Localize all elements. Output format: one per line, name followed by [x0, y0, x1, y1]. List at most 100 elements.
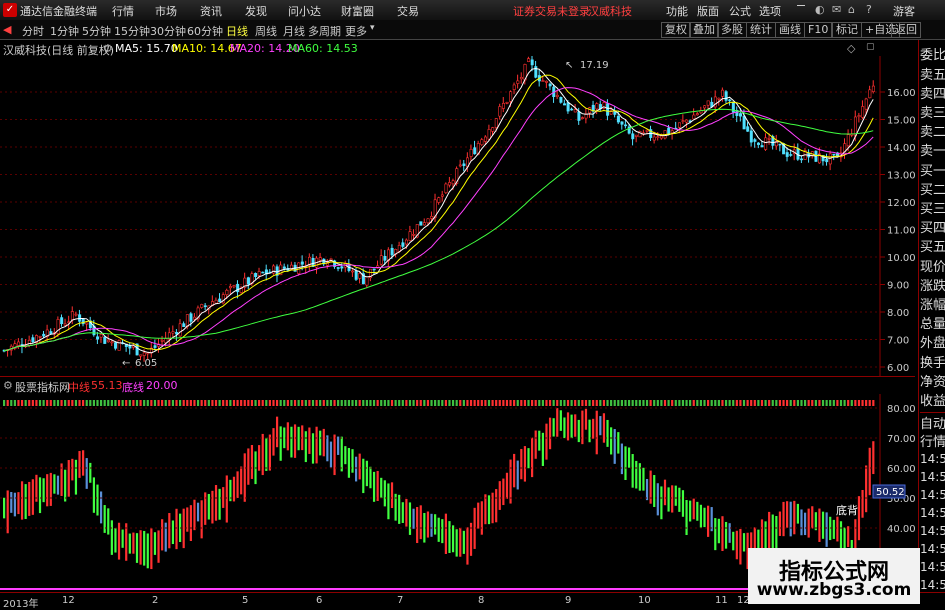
maximize-chart-icon[interactable]: ▢ [866, 42, 875, 52]
signal-strip-cell [211, 400, 214, 406]
toolbar-back-icon[interactable]: ◀ [3, 23, 11, 36]
menu-item-news[interactable]: 资讯 [200, 3, 222, 19]
indicator-bar [742, 533, 746, 552]
signal-strip-cell [807, 400, 810, 406]
indicator-bar [347, 447, 351, 478]
period-tab-30min[interactable]: 30分钟 [150, 23, 186, 39]
diamond-icon[interactable]: ◇ [847, 42, 855, 55]
signal-strip-cell [186, 400, 189, 406]
candle-body [631, 133, 635, 140]
period-tab-weekly[interactable]: 周线 [255, 23, 277, 39]
home-icon[interactable]: ⌂ [848, 3, 855, 16]
period-tab-intraday[interactable]: 分时 [22, 23, 44, 39]
candle-body [871, 85, 875, 92]
indicator-bar [64, 469, 67, 502]
price-axis-label: 13.00 [887, 171, 915, 182]
skin-icon[interactable]: ◐ [815, 3, 825, 16]
mid-line-value: 55.13 [91, 379, 123, 392]
back-button[interactable]: 返回 [891, 22, 921, 38]
more-dropdown-icon[interactable]: ▾ [370, 23, 375, 33]
indicator-bar [56, 475, 60, 495]
candle-body [200, 304, 204, 308]
menu-item-formula[interactable]: 公式 [729, 3, 751, 19]
signal-strip-cell [125, 400, 128, 406]
high-arrow-icon: ↖ [565, 60, 573, 71]
candle-body [74, 313, 78, 316]
signal-strip-cell [448, 400, 451, 406]
candle-body [695, 113, 699, 116]
period-tab-5min[interactable]: 5分钟 [82, 23, 111, 39]
menu-item-discover[interactable]: 发现 [245, 3, 267, 19]
signal-strip-cell [372, 400, 376, 406]
f10-button[interactable]: F10 [804, 22, 833, 38]
candle-body [444, 183, 448, 194]
menu-item-quotes[interactable]: 行情 [112, 3, 134, 19]
signal-strip-cell [857, 400, 861, 406]
indicator-bar [387, 483, 390, 520]
signal-strip-cell [746, 400, 749, 406]
menu-item-layout[interactable]: 版面 [697, 3, 719, 19]
menu-item-market[interactable]: 市场 [155, 3, 177, 19]
indicator-name[interactable]: 股票指标网 [15, 379, 70, 395]
candle-body [620, 121, 624, 125]
candlestick-chart[interactable]: 16.00 15.00 14.00 13.00 12.00 11.00 10.00 9.00 8… [0, 56, 915, 376]
candle-body [160, 340, 164, 342]
menu-item-function[interactable]: 功能 [666, 3, 688, 19]
candle-body [789, 154, 793, 156]
indicator-bar [495, 489, 498, 523]
period-tab-60min[interactable]: 60分钟 [187, 23, 223, 39]
panel-label-auto[interactable]: 自动 [920, 412, 945, 432]
signal-strip-cell [67, 400, 70, 406]
candle-body [422, 222, 426, 226]
period-tab-more[interactable]: 更多 [345, 23, 367, 39]
indicator-bar [28, 481, 31, 516]
signal-strip-cell [85, 400, 88, 406]
signal-strip-cell [250, 400, 254, 406]
candle-body [832, 153, 836, 156]
login-notice[interactable]: 证券交易未登录 [513, 3, 590, 19]
panel-label-market[interactable]: 行情 [920, 431, 945, 450]
period-tab-multi[interactable]: 多周期 [308, 23, 341, 39]
indicator-bar [796, 503, 799, 524]
menu-item-ask[interactable]: 问小达 [288, 3, 321, 19]
candle-body [595, 103, 599, 110]
minimize-menu-icon[interactable] [797, 5, 805, 6]
indicator-bar [10, 492, 13, 513]
user-guest[interactable]: 游客 [893, 3, 915, 19]
period-tab-monthly[interactable]: 月线 [283, 23, 305, 39]
menu-item-options[interactable]: 选项 [759, 3, 781, 19]
draw-line-button[interactable]: 画线 [775, 22, 805, 38]
signal-strip-cell [681, 400, 685, 406]
overlay-button[interactable]: 叠加 [689, 22, 719, 38]
signal-strip-cell [649, 400, 652, 406]
period-tab-15min[interactable]: 15分钟 [114, 23, 150, 39]
indicator-bar [207, 493, 210, 520]
statistics-button[interactable]: 统计 [746, 22, 776, 38]
quote-side-panel: 委比 卖五 卖四 卖三 卖二 卖一 买一 买二 买三 买四 买五 现价 涨跌 涨… [918, 40, 945, 592]
candle-body [401, 242, 405, 247]
multi-stock-button[interactable]: 多股 [717, 22, 747, 38]
menu-item-wealth[interactable]: 财富圈 [341, 3, 374, 19]
indicator-bar [362, 458, 365, 494]
mark-button[interactable]: 标记 [832, 22, 862, 38]
settings-icon[interactable]: ⚙ [103, 42, 113, 55]
menu-item-trade[interactable]: 交易 [397, 3, 419, 19]
indicator-bar [315, 426, 318, 464]
adjust-button[interactable]: 复权 [661, 22, 691, 38]
candle-body [469, 148, 473, 157]
signal-strip-cell [236, 400, 239, 406]
message-icon[interactable]: ✉ [832, 3, 841, 16]
signal-strip-cell [240, 400, 243, 406]
signal-strip-cell [592, 400, 595, 406]
indicator-settings-icon[interactable]: ⚙ [3, 379, 13, 392]
period-tab-1min[interactable]: 1分钟 [50, 23, 79, 39]
signal-strip-cell [92, 400, 95, 406]
indicator-bar [344, 446, 347, 465]
indicator-bar [703, 507, 706, 528]
help-icon[interactable]: ? [866, 3, 872, 16]
period-tab-daily[interactable]: 日线 [226, 23, 248, 39]
indicator-bar [689, 500, 692, 522]
candle-body [861, 106, 865, 118]
candle-body [516, 80, 520, 84]
signal-strip-cell [365, 400, 368, 406]
